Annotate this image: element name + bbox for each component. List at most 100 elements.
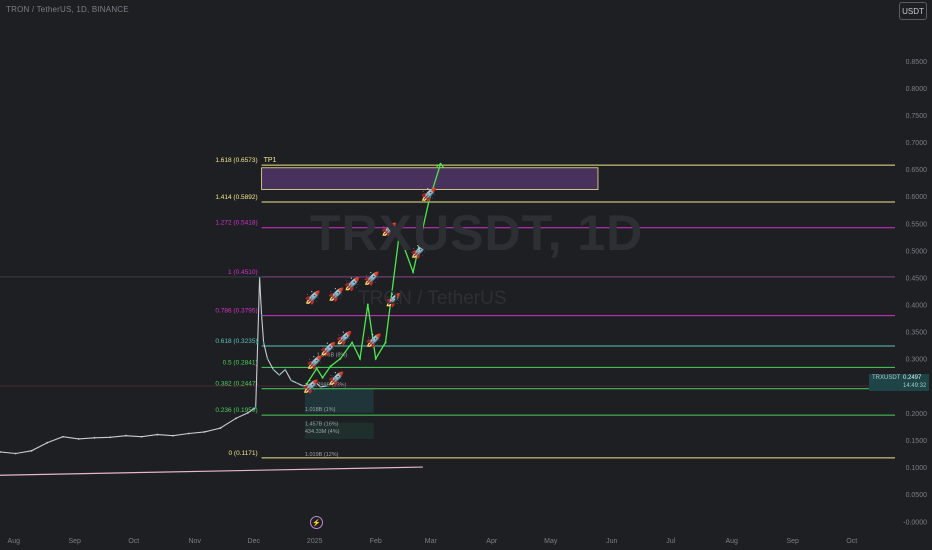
rocket-icon: 🚀 [328,371,344,386]
price-point [140,435,143,438]
price-tag-symbol: TRXUSDT [872,375,901,381]
volume-label: 434.33M (4%) [305,429,340,435]
projection-point [374,357,377,360]
fib-level-label: 1.414 (0.5892) [215,194,257,201]
y-tick-label: -0.0000 [903,519,927,526]
y-tick-label: 0.5000 [906,248,928,255]
x-tick-label: Oct [846,538,857,545]
y-tick-label: 0.7000 [906,140,928,147]
projection-point [339,357,342,360]
price-point [62,435,64,438]
x-tick-label: Sep [69,538,82,545]
x-tick-label: May [544,538,558,545]
y-tick-label: 0.0500 [906,492,928,499]
y-tick-label: 0.5500 [906,221,928,228]
price-point [319,386,322,388]
y-tick-label: 0.1000 [906,465,928,472]
price-point [93,436,96,439]
price-point [246,412,249,414]
x-tick-label: Mar [425,538,438,545]
price-point [325,385,328,387]
volume-label: 1.019B (12%) [305,452,339,458]
lightning-icon[interactable]: ⚡ [310,516,323,529]
fib-level-label: 0.5 (0.2841) [223,359,258,366]
price-tag-countdown: 14:49:32 [903,383,927,389]
fib-level-label: 0.382 (0.2447) [215,381,257,388]
price-point [260,314,263,317]
price-point [14,452,17,455]
price-point [278,374,281,376]
rocket-icon: 🚀 [328,287,344,302]
price-point [219,427,222,429]
price-point [258,276,261,279]
volume-label: 1.018B (1%) [305,407,336,413]
y-tick-label: 0.2000 [906,411,928,418]
rocket-icon: 🚀 [421,187,437,202]
rocket-icon: 🚀 [307,355,323,370]
fib-level-label: 1.618 (0.6573) [215,157,257,164]
price-point [203,430,206,433]
y-tick-label: 0.4000 [906,303,928,310]
x-tick-label: Feb [370,538,382,545]
price-point [124,434,127,437]
y-tick-label: 0.3000 [906,357,928,364]
price-point [172,434,174,437]
price-point [156,433,159,436]
x-tick-label: Jul [666,538,675,545]
watermark-symbol: TRXUSDT, 1D [310,205,644,261]
projection-point [384,341,387,344]
rocket-icon: 🚀 [305,290,321,305]
tp-label: TP1 [264,157,277,164]
fib-level-label: 0.618 (0.3235) [215,338,257,345]
y-tick-label: 0.8000 [906,86,928,93]
x-tick-label: Dec [248,538,261,545]
x-tick-label: Aug [8,538,21,545]
fib-level-label: 1.272 (0.5418) [215,220,257,227]
price-point [46,441,49,444]
trend-line [0,466,423,476]
price-point [290,379,293,382]
x-tick-label: Nov [189,538,202,545]
projection-point [321,376,324,379]
last-price-tag: TRXUSDT 0.2497 14:49:32 [869,374,929,391]
rocket-icon: 🚀 [303,379,319,394]
watermark-name: TRON / TetherUS [358,288,507,309]
chart-title: TRON / TetherUS, 1D, BINANCE [6,5,129,14]
price-point [284,368,287,371]
rocket-icon: 🚀 [366,333,382,348]
projection-point [412,271,415,274]
fib-level-label: 1 (0.4510) [228,269,258,276]
x-tick-label: Aug [726,538,739,545]
x-tick-label: Apr [486,538,498,545]
price-point [256,341,259,344]
price-point [77,438,80,440]
y-tick-label: 0.6000 [906,194,928,201]
x-tick-label: Jun [606,538,617,545]
rocket-icon: 🚀 [336,330,352,345]
price-point [272,368,275,371]
y-tick-label: 0.6500 [906,167,928,174]
price-tag-price: 0.2497 [903,375,922,381]
y-tick-label: 0.4500 [906,275,928,282]
projection-point [358,357,361,360]
fib-level-label: 0.786 (0.3795) [215,308,257,315]
price-point [0,451,1,453]
price-point [187,432,190,435]
price-point [30,449,33,452]
price-point [296,382,298,385]
x-tick-label: Oct [128,538,139,545]
price-point [235,417,237,420]
fib-level-label: 0 (0.1171) [228,450,257,457]
x-tick-label: 2025 [307,538,323,545]
y-tick-label: 0.1500 [906,438,928,445]
price-point [266,357,269,360]
price-chart[interactable]: 1.618 (0.6573) 1.414 (0.5892) 1.272 (0.541… [0,0,932,550]
rocket-icon: 🚀 [320,341,336,356]
projection-point [329,365,332,368]
currency-button[interactable]: USDT [899,2,927,20]
price-point [109,436,112,439]
y-tick-label: 0.8500 [906,59,928,66]
price-point [262,341,265,344]
price-line [0,277,327,455]
y-tick-label: 0.7500 [906,113,928,120]
